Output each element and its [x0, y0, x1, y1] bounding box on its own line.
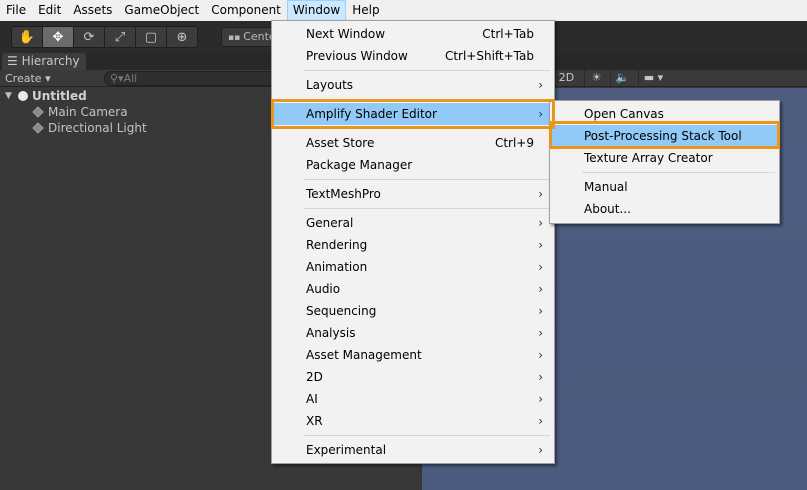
menu-item-animation[interactable]: Animation › — [274, 256, 552, 278]
rect-tool-button[interactable]: ▢ — [135, 26, 167, 48]
menu-item-manual[interactable]: Manual — [552, 176, 777, 198]
menu-help[interactable]: Help — [346, 0, 385, 21]
menu-item-experimental[interactable]: Experimental › — [274, 439, 552, 461]
menu-item-rendering[interactable]: Rendering › — [274, 234, 552, 256]
amplify-callout-box — [271, 99, 555, 129]
menu-item-previous-window[interactable]: Previous Window Ctrl+Shift+Tab — [274, 45, 552, 67]
chevron-right-icon: › — [538, 443, 543, 457]
menu-item-asset-management[interactable]: Asset Management › — [274, 344, 552, 366]
menu-item-about[interactable]: About... — [552, 198, 777, 220]
menu-separator — [304, 208, 550, 209]
menu-separator — [582, 172, 775, 173]
transform-icon: ⊕ — [176, 29, 188, 45]
chevron-right-icon: › — [538, 414, 543, 428]
chevron-right-icon: › — [538, 260, 543, 274]
speaker-icon: 🔈 — [615, 71, 630, 84]
gameobject-icon — [32, 122, 44, 134]
menu-item-audio[interactable]: Audio › — [274, 278, 552, 300]
transform-tools: ✋ ✥ ⟳ ⤢ ▢ ⊕ — [11, 26, 198, 48]
chevron-right-icon: › — [538, 326, 543, 340]
hand-icon: ✋ — [18, 29, 36, 45]
move-icon: ✥ — [52, 29, 64, 45]
menu-item-analysis[interactable]: Analysis › — [274, 322, 552, 344]
chevron-right-icon: › — [538, 78, 543, 92]
list-item[interactable]: Directional Light — [32, 120, 147, 136]
amplify-submenu: Open Canvas Post-Processing Stack Tool T… — [549, 100, 780, 224]
dropdown-arrow-icon: ▾ — [45, 72, 51, 85]
window-menu: Next Window Ctrl+Tab Previous Window Ctrl+… — [271, 20, 555, 464]
lighting-toggle[interactable]: ☀ — [584, 70, 608, 86]
menu-item-textmeshpro[interactable]: TextMeshPro › — [274, 183, 552, 205]
scene-tab-bar — [554, 53, 807, 70]
chevron-right-icon: › — [538, 348, 543, 362]
chevron-right-icon: › — [538, 187, 543, 201]
chevron-right-icon: › — [538, 370, 543, 384]
tab-hierarchy[interactable]: ☰ Hierarchy — [2, 53, 86, 70]
image-icon: ▬ ▾ — [643, 71, 664, 84]
menu-item-ai[interactable]: AI › — [274, 388, 552, 410]
scene-name: Untitled — [32, 89, 87, 103]
chevron-right-icon: › — [538, 392, 543, 406]
menu-item-general[interactable]: General › — [274, 212, 552, 234]
effects-dropdown[interactable]: ▬ ▾ — [638, 70, 668, 86]
scene-row[interactable]: ▼ Untitled — [5, 88, 87, 104]
menu-item-asset-store[interactable]: Asset Store Ctrl+9 — [274, 132, 552, 154]
pivot-label: Cente — [243, 30, 273, 43]
menu-window[interactable]: Window — [286, 0, 347, 21]
hierarchy-tab-bar: ☰ Hierarchy — [0, 53, 272, 70]
pivot-center-button[interactable]: ▪▪ Cente — [221, 27, 273, 47]
hierarchy-tab-label: Hierarchy — [21, 54, 80, 68]
create-label: Create — [5, 72, 42, 85]
chevron-right-icon: › — [538, 282, 543, 296]
expand-triangle-icon[interactable]: ▼ — [5, 88, 15, 104]
chevron-right-icon: › — [538, 238, 543, 252]
menu-separator — [304, 435, 550, 436]
menu-item-layouts[interactable]: Layouts › — [274, 74, 552, 96]
menu-edit[interactable]: Edit — [32, 0, 67, 21]
list-icon: ☰ — [7, 54, 22, 68]
list-item[interactable]: Main Camera — [32, 104, 128, 120]
menu-item-next-window[interactable]: Next Window Ctrl+Tab — [274, 23, 552, 45]
hierarchy-toolbar: Create ▾ ⚲▾All — [0, 70, 272, 87]
chevron-right-icon: › — [538, 304, 543, 318]
rotate-tool-button[interactable]: ⟳ — [73, 26, 105, 48]
search-placeholder: All — [123, 72, 138, 85]
menu-item-sequencing[interactable]: Sequencing › — [274, 300, 552, 322]
rect-icon: ▢ — [144, 29, 158, 45]
unity-scene-icon — [18, 91, 28, 101]
object-name: Main Camera — [48, 105, 128, 119]
hierarchy-search-input[interactable]: ⚲▾All — [104, 71, 272, 86]
menu-assets[interactable]: Assets — [67, 0, 118, 21]
hierarchy-panel: ▼ Untitled Main Camera Directional Light — [0, 88, 272, 490]
sun-icon: ☀ — [591, 71, 602, 84]
pivot-icon: ▪▪ — [228, 33, 241, 43]
chevron-right-icon: › — [538, 216, 543, 230]
move-tool-button[interactable]: ✥ — [42, 26, 74, 48]
search-icon: ⚲▾ — [110, 72, 124, 85]
hand-tool-button[interactable]: ✋ — [11, 26, 43, 48]
object-name: Directional Light — [48, 121, 147, 135]
menu-bar: File Edit Assets GameObject Component Wi… — [0, 0, 807, 21]
menu-item-package-manager[interactable]: Package Manager — [274, 154, 552, 176]
rotate-icon: ⟳ — [83, 29, 95, 45]
scale-tool-button[interactable]: ⤢ — [104, 26, 136, 48]
menu-item-2d[interactable]: 2D › — [274, 366, 552, 388]
mode-2d-toggle[interactable]: 2D — [554, 70, 578, 86]
gameobject-icon — [32, 106, 44, 118]
post-processing-callout-box — [549, 121, 780, 149]
scene-toolbar: 2D ☀ 🔈 ▬ ▾ — [554, 70, 807, 87]
menu-gameobject[interactable]: GameObject — [118, 0, 205, 21]
scale-icon: ⤢ — [114, 29, 126, 45]
create-dropdown[interactable]: Create ▾ — [5, 71, 51, 86]
menu-separator — [304, 179, 550, 180]
menu-item-texture-array-creator[interactable]: Texture Array Creator — [552, 147, 777, 169]
transform-tool-button[interactable]: ⊕ — [166, 26, 198, 48]
menu-separator — [304, 70, 550, 71]
menu-component[interactable]: Component — [205, 0, 287, 21]
menu-item-xr[interactable]: XR › — [274, 410, 552, 432]
menu-file[interactable]: File — [0, 0, 32, 21]
audio-toggle[interactable]: 🔈 — [610, 70, 634, 86]
